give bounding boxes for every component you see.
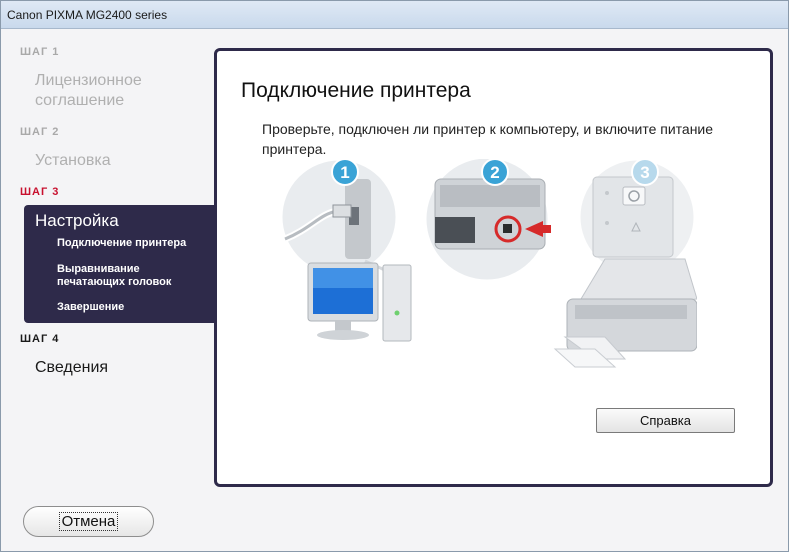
window-title: Canon PIXMA MG2400 series — [7, 8, 168, 22]
step1-title-line1: Лицензионное — [35, 72, 142, 89]
content-panel: Подключение принтера Проверьте, подключе… — [214, 48, 773, 487]
step3-title: Настройка — [35, 211, 119, 230]
help-button[interactable]: Справка — [596, 408, 735, 433]
step4-title: Сведения — [35, 359, 109, 376]
step2-title: Установка — [35, 152, 111, 169]
step-badge-3: 3 — [631, 159, 659, 186]
step1-title-line2: соглашение — [35, 92, 125, 109]
step4-label: ШАГ 4 — [20, 333, 60, 345]
active-step-panel: Настройка Подключение принтера Выравнива… — [24, 205, 217, 323]
badge-3-number: 3 — [640, 163, 649, 182]
substep-connect-printer: Подключение принтера — [57, 237, 187, 249]
substep-finish: Завершение — [57, 301, 125, 313]
steps-sidebar: ШАГ 1 Лицензионное соглашение ШАГ 2 Уста… — [1, 30, 217, 490]
instruction-text: Проверьте, подключен ли принтер к компью… — [262, 121, 714, 157]
step-badge-2: 2 — [481, 159, 509, 186]
step1-label: ШАГ 1 — [20, 46, 60, 58]
step-badge-1: 1 — [331, 159, 359, 186]
step3-label: ШАГ 3 — [20, 186, 60, 198]
substep-align-heads-line1: Выравнивание — [57, 263, 140, 275]
cancel-button[interactable]: Отмена — [23, 506, 154, 537]
printer-connection-illustration: 1 2 3 — [279, 159, 697, 368]
step2-label: ШАГ 2 — [20, 126, 60, 138]
printer-icon — [553, 258, 697, 368]
computer-icon — [307, 259, 412, 342]
page-title: Подключение принтера — [241, 79, 471, 102]
substep-align-heads-line2: печатающих головок — [57, 276, 172, 288]
badge-2-number: 2 — [490, 163, 499, 182]
cancel-button-label: Отмена — [58, 512, 119, 531]
title-bar[interactable]: Canon PIXMA MG2400 series — [1, 1, 788, 29]
badge-1-number: 1 — [340, 163, 349, 182]
installer-window: Canon PIXMA MG2400 series ШАГ 1 Лицензио… — [0, 0, 789, 552]
